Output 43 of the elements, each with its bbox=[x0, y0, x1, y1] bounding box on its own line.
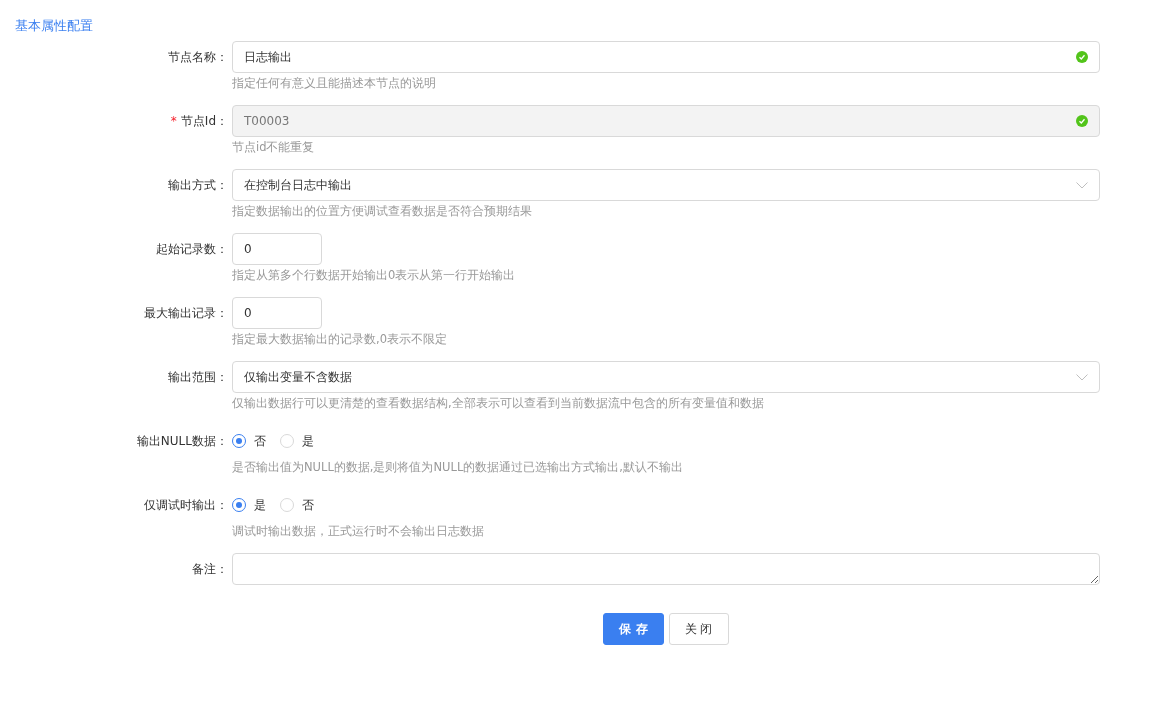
field-label: 起始记录数： bbox=[156, 241, 228, 258]
number-field[interactable]: 0 bbox=[232, 297, 322, 329]
field-value: 日志输出 bbox=[244, 48, 293, 66]
field-hint: 是否输出值为NULL的数据,是则将值为NULL的数据通过已选输出方式输出,默认不输出 bbox=[232, 459, 684, 476]
chevron-down-icon bbox=[1076, 373, 1088, 381]
field-label: 输出范围： bbox=[168, 369, 228, 386]
number-field[interactable]: 0 bbox=[232, 233, 322, 265]
remarks-field[interactable] bbox=[232, 553, 1100, 585]
radio-label: 否 bbox=[254, 432, 266, 450]
radio-label: 否 bbox=[302, 496, 314, 514]
radio-option[interactable]: 是 bbox=[232, 496, 266, 514]
field-label: 仅调试时输出： bbox=[144, 497, 228, 514]
field-value: 在控制台日志中输出 bbox=[244, 176, 353, 194]
close-button[interactable]: 关 闭 bbox=[668, 613, 729, 645]
radio-label: 是 bbox=[302, 432, 314, 450]
field-hint: 指定从第多个行数据开始输出0表示从第一行开始输出 bbox=[232, 267, 517, 284]
section-title: 基本属性配置 bbox=[15, 17, 94, 35]
field-value: 0 bbox=[244, 242, 253, 256]
chevron-down-icon bbox=[1076, 181, 1088, 189]
field-label: 最大输出记录： bbox=[144, 305, 228, 322]
field-label: 输出方式： bbox=[168, 177, 228, 194]
radio-option[interactable]: 否 bbox=[232, 432, 266, 450]
field-label: 节点名称： bbox=[168, 49, 228, 66]
field-label: 节点Id： bbox=[180, 113, 228, 130]
field-value: 0 bbox=[244, 306, 253, 320]
save-button[interactable]: 保 存 bbox=[603, 613, 664, 645]
select-field[interactable]: 仅输出变量不含数据 bbox=[232, 361, 1100, 393]
radio-option[interactable]: 否 bbox=[280, 496, 314, 514]
field-label: 输出NULL数据： bbox=[136, 433, 228, 450]
field-label: 备注： bbox=[192, 561, 228, 578]
field-hint: 指定任何有意义且能描述本节点的说明 bbox=[232, 75, 437, 92]
required-asterisk: * bbox=[170, 113, 177, 130]
field-hint: 指定数据输出的位置方便调试查看数据是否符合预期结果 bbox=[232, 203, 533, 220]
field-hint: 仅输出数据行可以更清楚的查看数据结构,全部表示可以查看到当前数据流中包含的所有变量值和数据 bbox=[232, 395, 765, 412]
text-field[interactable]: 日志输出 bbox=[232, 41, 1100, 73]
select-field[interactable]: 在控制台日志中输出 bbox=[232, 169, 1100, 201]
radio-label: 是 bbox=[254, 496, 266, 514]
field-hint: 调试时输出数据，正式运行时不会输出日志数据 bbox=[232, 523, 485, 540]
field-hint: 节点id不能重复 bbox=[232, 139, 316, 156]
field-hint: 指定最大数据输出的记录数,0表示不限定 bbox=[232, 331, 448, 348]
radio-option[interactable]: 是 bbox=[280, 432, 314, 450]
field-value: T00003 bbox=[244, 114, 291, 128]
field-value: 仅输出变量不含数据 bbox=[244, 368, 353, 386]
